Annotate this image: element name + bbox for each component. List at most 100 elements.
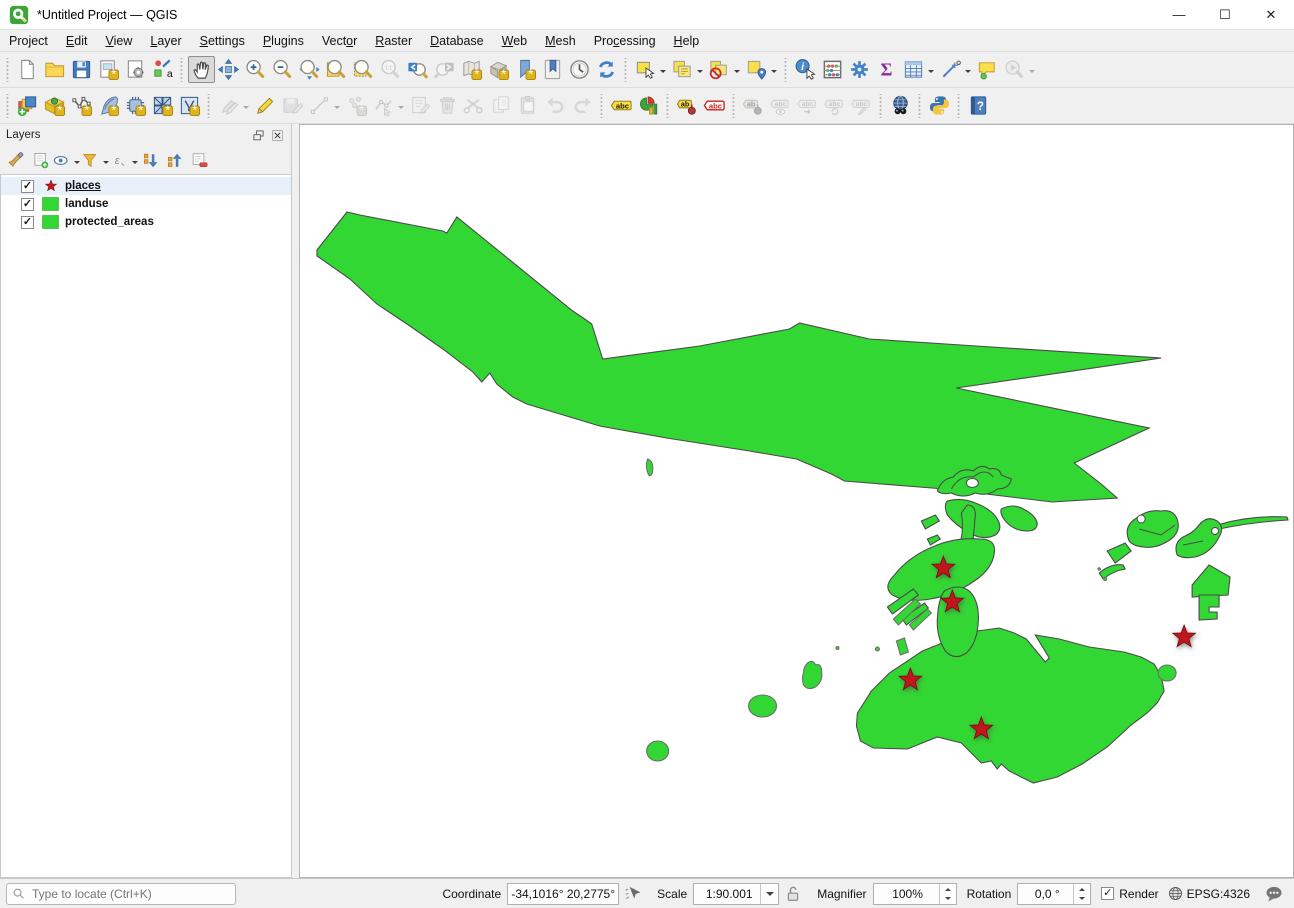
scale-combo[interactable]: 1:90.001 [693, 883, 779, 905]
show-statistical-summary-button[interactable]: Σ [873, 56, 900, 83]
select-features-button[interactable] [632, 56, 669, 83]
pan-map-button[interactable] [188, 56, 215, 83]
refresh-map-button[interactable] [593, 56, 620, 83]
toggle-editing-button[interactable] [252, 92, 279, 119]
new-spatial-bookmark-button[interactable]: * [512, 56, 539, 83]
locator-search[interactable] [6, 883, 236, 905]
menu-project[interactable]: Project [0, 32, 57, 50]
new-temporary-scratch-layer-button[interactable]: * [176, 92, 203, 119]
metasearch-catalog-client-button[interactable] [887, 92, 914, 119]
new-shapefile-layer-button[interactable]: * [68, 92, 95, 119]
menu-web[interactable]: Web [493, 32, 536, 50]
menu-processing[interactable]: Processing [585, 32, 665, 50]
menu-view[interactable]: View [96, 32, 141, 50]
new-map-view-button[interactable]: * [458, 56, 485, 83]
show-layout-manager-button[interactable] [122, 56, 149, 83]
style-manager-button[interactable]: a [149, 56, 176, 83]
layer-item-landuse[interactable]: ✓landuse [1, 195, 291, 213]
close-panel-icon[interactable] [269, 127, 285, 143]
dropdown-arrow-icon[interactable] [965, 70, 971, 76]
temporal-controller-panel-button[interactable] [566, 56, 593, 83]
toolbar-grip[interactable] [917, 94, 922, 118]
toolbar-grip[interactable] [179, 58, 184, 82]
toolbar-grip[interactable] [5, 94, 10, 118]
layer-item-places[interactable]: ✓places [1, 177, 291, 195]
toolbar-grip[interactable] [599, 94, 604, 118]
new-print-layout-button[interactable]: * [95, 56, 122, 83]
render-checkbox[interactable]: ✓ [1101, 887, 1114, 900]
open-layer-styling-panel-button[interactable] [4, 148, 28, 172]
python-console-button[interactable] [926, 92, 953, 119]
toolbar-grip[interactable] [956, 94, 961, 118]
deselect-features-button[interactable] [706, 56, 743, 83]
dropdown-arrow-icon[interactable] [243, 106, 249, 112]
toolbar-grip[interactable] [623, 58, 628, 82]
dropdown-arrow-icon[interactable] [398, 106, 404, 112]
toolbar-grip[interactable] [665, 94, 670, 118]
zoom-to-selection-button[interactable] [350, 56, 377, 83]
layer-diagram-options-button[interactable] [635, 92, 662, 119]
maximize-button[interactable]: ☐ [1202, 0, 1248, 30]
select-by-location-button[interactable] [743, 56, 780, 83]
dropdown-arrow-icon[interactable] [74, 161, 80, 167]
manage-map-themes-button[interactable] [52, 148, 81, 172]
menu-help[interactable]: Help [665, 32, 709, 50]
dropdown-arrow-icon[interactable] [1029, 70, 1035, 76]
crs-status[interactable]: EPSG:4326 [1167, 885, 1250, 902]
close-button[interactable]: ✕ [1248, 0, 1294, 30]
toolbar-grip[interactable] [206, 94, 211, 118]
dropdown-arrow-icon[interactable] [697, 70, 703, 76]
add-group-button[interactable] [28, 148, 52, 172]
save-project-button[interactable] [68, 56, 95, 83]
rotation-spin-buttons[interactable] [1073, 884, 1090, 904]
pan-map-to-selection-button[interactable] [215, 56, 242, 83]
magnifier-spinbox[interactable]: 100% [873, 883, 957, 905]
menu-raster[interactable]: Raster [366, 32, 421, 50]
dropdown-arrow-icon[interactable] [660, 70, 666, 76]
menu-plugins[interactable]: Plugins [254, 32, 313, 50]
dropdown-arrow-icon[interactable] [734, 70, 740, 76]
new-mesh-layer-button[interactable]: * [149, 92, 176, 119]
processing-toolbox-button[interactable] [846, 56, 873, 83]
dropdown-arrow-icon[interactable] [771, 70, 777, 76]
filter-legend-by-expression-button[interactable]: ε [110, 148, 139, 172]
menu-vector[interactable]: Vector [313, 32, 366, 50]
dropdown-arrow-icon[interactable] [928, 70, 934, 76]
toolbar-grip[interactable] [731, 94, 736, 118]
toolbar-grip[interactable] [783, 58, 788, 82]
float-panel-icon[interactable] [250, 127, 266, 143]
dropdown-arrow-icon[interactable] [103, 161, 109, 167]
open-attribute-table-button[interactable] [900, 56, 937, 83]
panel-splitter[interactable] [292, 124, 299, 878]
pin-unpin-labels-button[interactable]: ab [674, 92, 701, 119]
toolbar-grip[interactable] [878, 94, 883, 118]
scale-dropdown-icon[interactable] [760, 884, 778, 904]
zoom-in-button[interactable] [242, 56, 269, 83]
help-contents-button[interactable]: ? [965, 92, 992, 119]
new-geopackage-layer-button[interactable]: * [41, 92, 68, 119]
zoom-last-button[interactable] [404, 56, 431, 83]
zoom-out-button[interactable] [269, 56, 296, 83]
open-project-button[interactable] [41, 56, 68, 83]
zoom-full-button[interactable] [296, 56, 323, 83]
collapse-all-button[interactable] [163, 148, 187, 172]
filter-legend-button[interactable] [81, 148, 110, 172]
layer-visibility-checkbox[interactable]: ✓ [21, 216, 34, 229]
select-features-by-value-button[interactable] [669, 56, 706, 83]
messages-icon[interactable] [1264, 884, 1284, 904]
lock-scale-icon[interactable] [783, 884, 803, 904]
open-data-source-manager-button[interactable] [14, 92, 41, 119]
layer-visibility-checkbox[interactable]: ✓ [21, 198, 34, 211]
layer-visibility-checkbox[interactable]: ✓ [21, 180, 34, 193]
extents-pointer-icon[interactable] [623, 884, 643, 904]
toolbar-grip[interactable] [5, 58, 10, 82]
show-spatial-bookmarks-button[interactable] [539, 56, 566, 83]
highlight-pinned-labels-button[interactable]: abc [701, 92, 728, 119]
layer-item-protected_areas[interactable]: ✓protected_areas [1, 213, 291, 231]
menu-edit[interactable]: Edit [57, 32, 97, 50]
rotation-spinbox[interactable]: 0,0 ° [1017, 883, 1091, 905]
menu-database[interactable]: Database [421, 32, 493, 50]
dropdown-arrow-icon[interactable] [334, 106, 340, 112]
map-canvas[interactable] [299, 124, 1294, 878]
show-map-tips-button[interactable] [974, 56, 1001, 83]
